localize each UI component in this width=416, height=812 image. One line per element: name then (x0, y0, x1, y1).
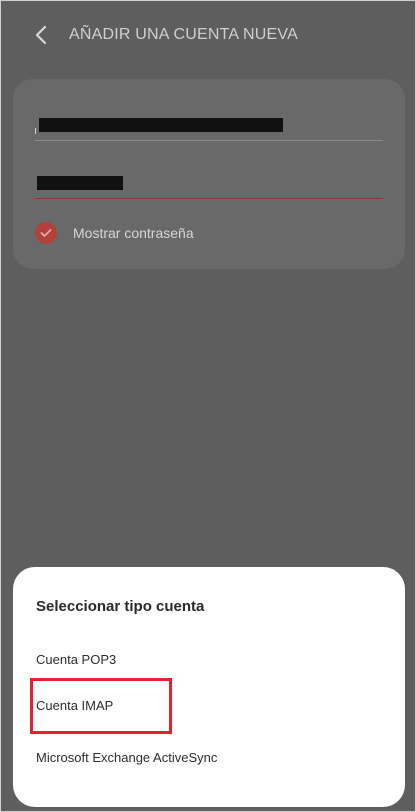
checkmark-icon (40, 229, 52, 237)
account-form-card: Mostrar contraseña (13, 79, 405, 269)
account-type-sheet: Seleccionar tipo cuenta Cuenta POP3 Cuen… (13, 567, 405, 807)
option-label: Microsoft Exchange ActiveSync (36, 749, 218, 765)
option-label: Cuenta POP3 (36, 651, 117, 667)
screen: AÑADIR UNA CUENTA NUEVA Mostrar contrase… (0, 0, 416, 812)
top-app-bar: AÑADIR UNA CUENTA NUEVA (1, 1, 416, 73)
checkbox-checked-icon (35, 222, 57, 244)
back-button[interactable] (29, 23, 53, 47)
option-imap[interactable]: Cuenta IMAP (13, 683, 405, 727)
option-pop3[interactable]: Cuenta POP3 (13, 637, 405, 681)
option-label: Cuenta IMAP (36, 697, 114, 713)
password-field[interactable] (35, 165, 383, 199)
option-exchange-activesync[interactable]: Microsoft Exchange ActiveSync (13, 735, 405, 779)
sheet-title: Seleccionar tipo cuenta (36, 598, 205, 615)
redacted-password-value (37, 176, 123, 190)
chevron-left-icon (35, 25, 47, 45)
redacted-email-value (39, 118, 283, 132)
show-password-label: Mostrar contraseña (73, 225, 194, 241)
email-field[interactable] (35, 107, 383, 141)
show-password-toggle[interactable]: Mostrar contraseña (35, 221, 194, 245)
page-title: AÑADIR UNA CUENTA NUEVA (69, 26, 298, 43)
